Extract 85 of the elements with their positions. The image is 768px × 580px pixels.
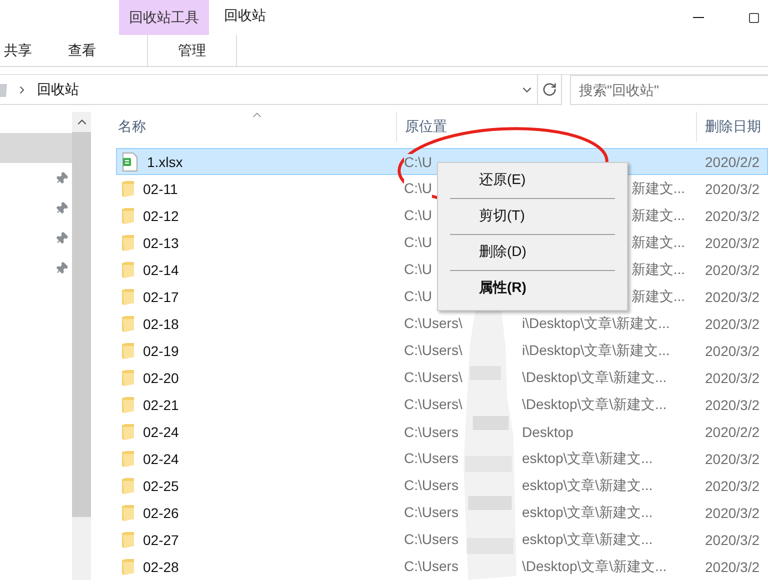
folder-icon	[122, 558, 134, 574]
location-text: \Desktop\文章\新建文...	[522, 396, 667, 414]
location-text: 新建文...	[631, 206, 685, 224]
scrollbar[interactable]	[72, 112, 91, 580]
location-text: \Desktop\文章\新建文...	[522, 368, 667, 386]
file-name: 02-24	[143, 450, 179, 466]
file-name: 02-14	[143, 262, 179, 278]
tool-group-label: 回收站工具	[119, 0, 209, 35]
file-name: 02-21	[143, 396, 179, 412]
file-name: 02-20	[143, 370, 179, 386]
ribbon-tab[interactable]: 查看	[64, 35, 100, 66]
scroll-thumb[interactable]	[72, 132, 91, 517]
location-text: C:\Users	[404, 424, 458, 440]
search-field[interactable]: 搜索"回收站"	[570, 75, 768, 105]
location-text: esktop\文章\新建文...	[522, 504, 653, 522]
file-name: 02-25	[143, 478, 179, 494]
folder-icon	[122, 396, 134, 412]
deleted-date: 2020/3/2	[704, 208, 760, 224]
window-title: 回收站	[224, 6, 266, 24]
minimize-icon	[693, 17, 704, 18]
file-name: 02-11	[143, 180, 178, 196]
deleted-date: 2020/3/2	[704, 262, 760, 278]
location-text: esktop\文章\新建文...	[522, 530, 653, 548]
folder-icon	[122, 450, 134, 466]
deleted-date: 2020/3/2	[704, 396, 760, 412]
location-text: i\Desktop\文章\新建文...	[522, 314, 670, 332]
deleted-date: 2020/3/2	[704, 342, 760, 358]
file-name: 02-26	[143, 504, 179, 520]
column-header[interactable]: 原位置	[405, 118, 447, 136]
deleted-date: 2020/2/2	[704, 154, 760, 170]
file-name: 02-12	[143, 208, 179, 224]
deleted-date: 2020/3/2	[704, 180, 760, 196]
file-name: 02-19	[143, 342, 179, 358]
folder-icon	[122, 532, 134, 548]
folder-icon	[122, 316, 134, 332]
file-name: 02-24	[143, 424, 179, 440]
file-name: 1.xlsx	[147, 154, 183, 170]
location-text: i\Desktop\文章\新建文...	[522, 342, 670, 360]
folder-icon	[122, 370, 134, 386]
file-name: 02-17	[143, 288, 179, 304]
refresh-icon	[542, 82, 557, 97]
location-text: C:\U	[404, 154, 432, 170]
spreadsheet-file-icon	[122, 152, 138, 172]
location-text: 新建文...	[631, 288, 685, 306]
deleted-date: 2020/3/2	[704, 370, 760, 386]
deleted-date: 2020/3/2	[704, 478, 760, 494]
column-header[interactable]: 删除日期	[705, 118, 761, 136]
folder-icon	[122, 208, 134, 224]
folder-icon	[122, 234, 134, 250]
deleted-date: 2020/3/2	[704, 558, 760, 574]
file-name: 02-28	[143, 558, 179, 574]
menu-item[interactable]: 删除(D)	[438, 237, 627, 268]
location-text: 新建文...	[631, 180, 685, 198]
menu-item[interactable]: 属性(R)	[438, 273, 627, 304]
location-text: 新建文...	[631, 260, 685, 278]
maximize-icon	[748, 12, 760, 24]
ribbon-tab[interactable]: 共享	[0, 35, 36, 66]
deleted-date: 2020/3/2	[704, 532, 760, 548]
folder-icon	[122, 262, 134, 278]
file-name: 02-13	[143, 234, 179, 250]
deleted-date: 2020/3/2	[704, 504, 760, 520]
location-text: esktop\文章\新建文...	[522, 450, 653, 468]
location-text: Desktop	[522, 424, 574, 440]
menu-item[interactable]: 剪切(T)	[438, 201, 627, 232]
location-text: 新建文...	[631, 234, 685, 252]
breadcrumb[interactable]: 回收站	[31, 80, 79, 98]
deleted-date: 2020/3/2	[704, 450, 760, 466]
deleted-date: 2020/2/2	[704, 424, 760, 440]
file-name: 02-27	[143, 532, 179, 548]
folder-icon	[122, 504, 134, 520]
folder-icon	[122, 180, 134, 196]
location-text: esktop\文章\新建文...	[522, 476, 653, 494]
column-header[interactable]: 名称	[118, 118, 146, 136]
folder-icon	[122, 288, 134, 304]
deleted-date: 2020/3/2	[704, 234, 760, 250]
folder-icon	[122, 342, 134, 358]
deleted-date: 2020/3/2	[704, 288, 760, 304]
folder-icon	[122, 424, 134, 440]
location-text: C:\U	[404, 180, 432, 198]
recycle-bin-icon	[0, 82, 8, 98]
location-text: \Desktop\文章\新建文...	[522, 558, 667, 576]
folder-icon	[122, 478, 134, 494]
deleted-date: 2020/3/2	[704, 316, 760, 332]
maximize-button[interactable]	[748, 12, 760, 24]
file-name: 02-18	[143, 316, 179, 332]
